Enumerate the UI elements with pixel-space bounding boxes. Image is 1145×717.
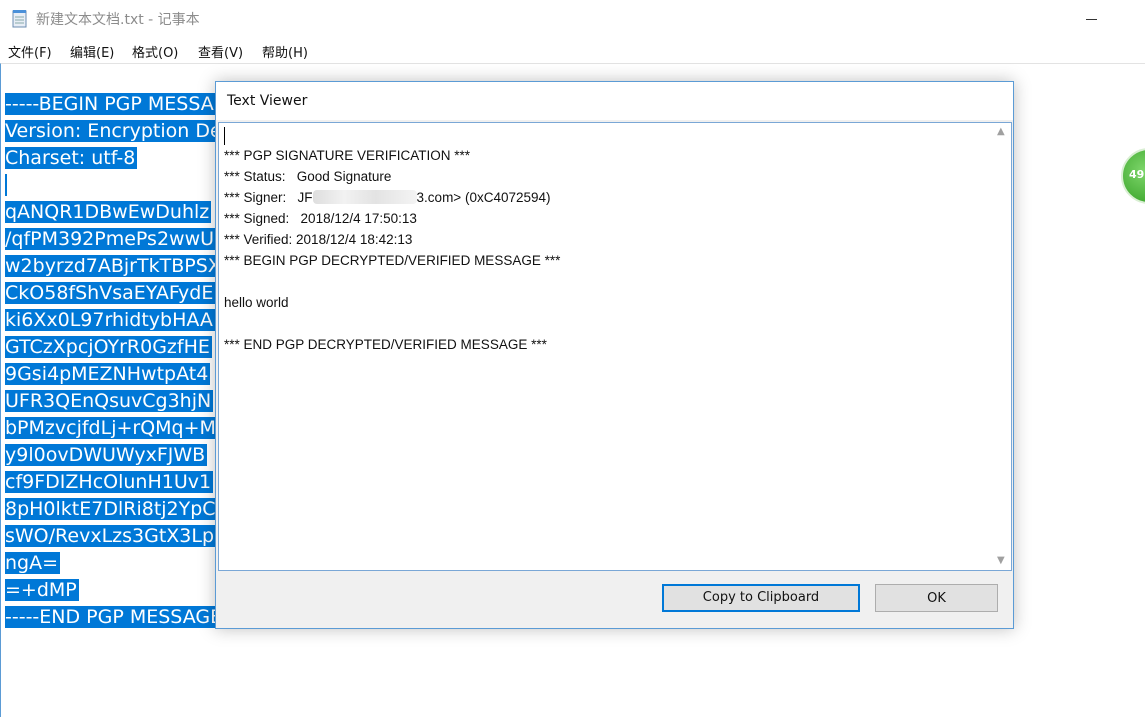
notepad-titlebar: 新建文本文档.txt - 记事本	[0, 0, 1145, 38]
text-line: w2byrzd7ABjrTkTBPSX	[5, 255, 223, 277]
text-line: /qfPM392PmePs2wwU	[5, 228, 217, 250]
text-line: =+dMP	[5, 579, 79, 601]
text-line: -----BEGIN PGP MESSA	[5, 93, 216, 115]
text-line: *** Status: Good Signature	[224, 169, 392, 184]
text-line: 9Gsi4pMEZNHwtpAt4	[5, 363, 211, 385]
vertical-scrollbar[interactable]: ▲ ▼	[994, 123, 1011, 570]
text-line: *** BEGIN PGP DECRYPTED/VERIFIED MESSAGE…	[224, 253, 561, 268]
text-line: Version: Encryption De	[5, 120, 224, 142]
text-line: UFR3QEnQsuvCg3hjN	[5, 390, 214, 412]
signer-line: *** Signer: JF 3.com> (0xC4072594)	[224, 190, 551, 205]
text-line	[5, 172, 7, 199]
window-title: 新建文本文档.txt - 记事本	[36, 12, 200, 28]
text-line: qANQR1DBwEwDuhlz	[5, 201, 212, 223]
message-line: hello world	[224, 295, 289, 310]
menu-edit[interactable]: 编辑(E)	[70, 42, 114, 61]
text-line: *** END PGP DECRYPTED/VERIFIED MESSAGE *…	[224, 337, 547, 352]
text-line: bPMzvcjfdLj+rQMq+M	[5, 417, 218, 439]
signer-suffix: 3.com> (0xC4072594)	[416, 190, 551, 205]
text-caret	[224, 127, 225, 145]
text-line: CkO58fShVsaEYAFydE	[5, 282, 216, 304]
text-line: GTCzXpcjOYrR0GzfHE	[5, 336, 212, 358]
text-line: ki6Xx0L97rhidtybHAA	[5, 309, 215, 331]
menu-help[interactable]: 帮助(H)	[262, 42, 308, 61]
notepad-app-icon	[12, 10, 27, 28]
menu-view[interactable]: 查看(V)	[198, 42, 243, 61]
text-line: cf9FDIZHcOlunH1Uv1	[5, 471, 214, 493]
text-line: *** Verified: 2018/12/4 18:42:13	[224, 232, 413, 247]
dialog-text-box[interactable]: *** PGP SIGNATURE VERIFICATION *** *** S…	[218, 122, 1012, 571]
text-line: *** Signed: 2018/12/4 17:50:13	[224, 211, 417, 226]
text-viewer-dialog: Text Viewer *** PGP SIGNATURE VERIFICATI…	[215, 81, 1014, 629]
scroll-down-icon[interactable]: ▼	[997, 555, 1005, 566]
dialog-titlebar[interactable]: Text Viewer	[216, 82, 1013, 120]
menu-file[interactable]: 文件(F)	[8, 42, 52, 61]
badge-value: 49	[1129, 168, 1145, 181]
scroll-up-icon[interactable]: ▲	[997, 126, 1005, 137]
signer-prefix: *** Signer: JF	[224, 190, 313, 205]
menu-format[interactable]: 格式(O)	[132, 42, 178, 61]
copy-to-clipboard-button[interactable]: Copy to Clipboard	[662, 584, 860, 612]
text-line: sWO/RevxLzs3GtX3Lp	[5, 525, 217, 547]
dialog-title: Text Viewer	[227, 93, 308, 109]
menu-bar: 文件(F) 编辑(E) 格式(O) 查看(V) 帮助(H)	[0, 38, 1145, 63]
text-line: ngA=	[5, 552, 61, 574]
text-line: 8pH0lktE7DlRi8tj2YpC	[5, 498, 218, 520]
redacted-email	[312, 190, 417, 204]
text-line: Charset: utf-8	[5, 147, 138, 169]
ok-button[interactable]: OK	[875, 584, 998, 612]
minimize-icon[interactable]	[1072, 0, 1118, 38]
text-line: *** PGP SIGNATURE VERIFICATION ***	[224, 148, 471, 163]
text-line: y9l0ovDWUWyxFJWB	[5, 444, 208, 466]
